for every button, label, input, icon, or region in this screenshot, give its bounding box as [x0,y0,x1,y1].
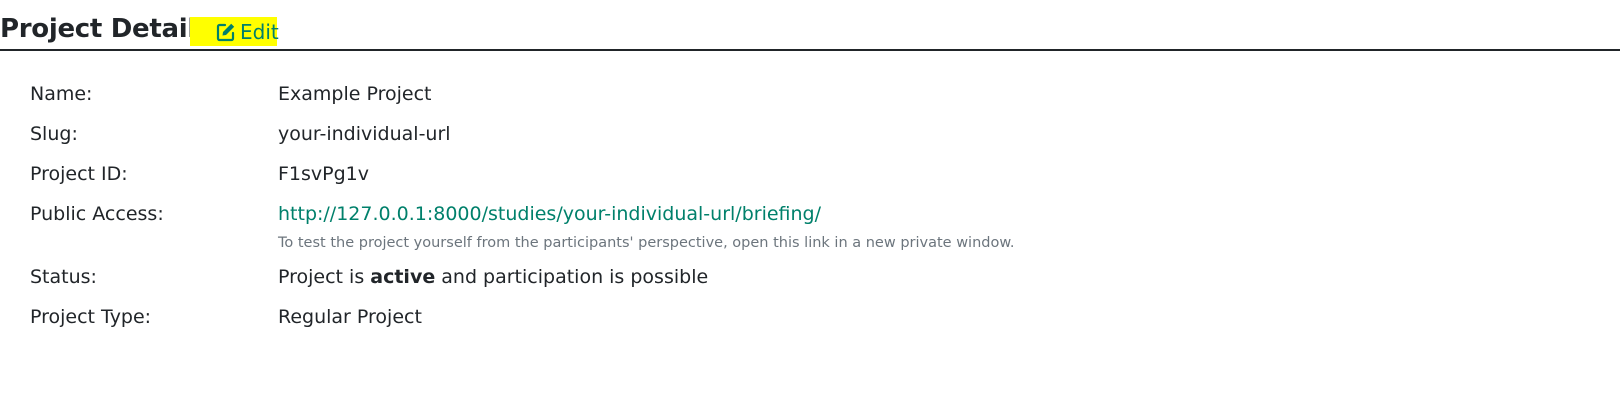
project-details-table: Name: Example Project Slug: your-individ… [30,83,1014,346]
name-label: Name: [30,83,93,105]
detail-row-slug: Slug: your-individual-url [30,123,1014,163]
name-value: Example Project [278,83,432,105]
project-id-label: Project ID: [30,163,128,185]
public-access-label: Public Access: [30,203,164,225]
detail-row-name: Name: Example Project [30,83,1014,123]
page-header: Project Details Edit [0,0,1620,51]
public-access-link[interactable]: http://127.0.0.1:8000/studies/your-indiv… [278,203,821,225]
detail-row-status: Status: Project is active and participat… [30,266,1014,306]
detail-row-project-type: Project Type: Regular Project [30,306,1014,346]
detail-row-project-id: Project ID: F1svPg1v [30,163,1014,203]
edit-button[interactable]: Edit [190,17,279,46]
project-id-value: F1svPg1v [278,163,370,185]
project-type-value: Regular Project [278,306,422,328]
status-label: Status: [30,266,97,288]
project-type-label: Project Type: [30,306,152,328]
public-access-help-text: To test the project yourself from the pa… [278,235,1015,251]
status-prefix: Project is [278,266,371,288]
status-emphasis: active [370,266,436,288]
status-value: Project is active and participation is p… [278,266,1014,306]
edit-label: Edit [240,19,279,44]
slug-label: Slug: [30,123,78,145]
page-title: Project Details [0,14,212,44]
detail-row-public-access: Public Access: http://127.0.0.1:8000/stu… [30,203,1014,266]
public-access-value: http://127.0.0.1:8000/studies/your-indiv… [278,203,1014,266]
status-suffix: and participation is possible [435,266,709,288]
edit-icon [216,22,240,42]
slug-value: your-individual-url [278,123,451,145]
